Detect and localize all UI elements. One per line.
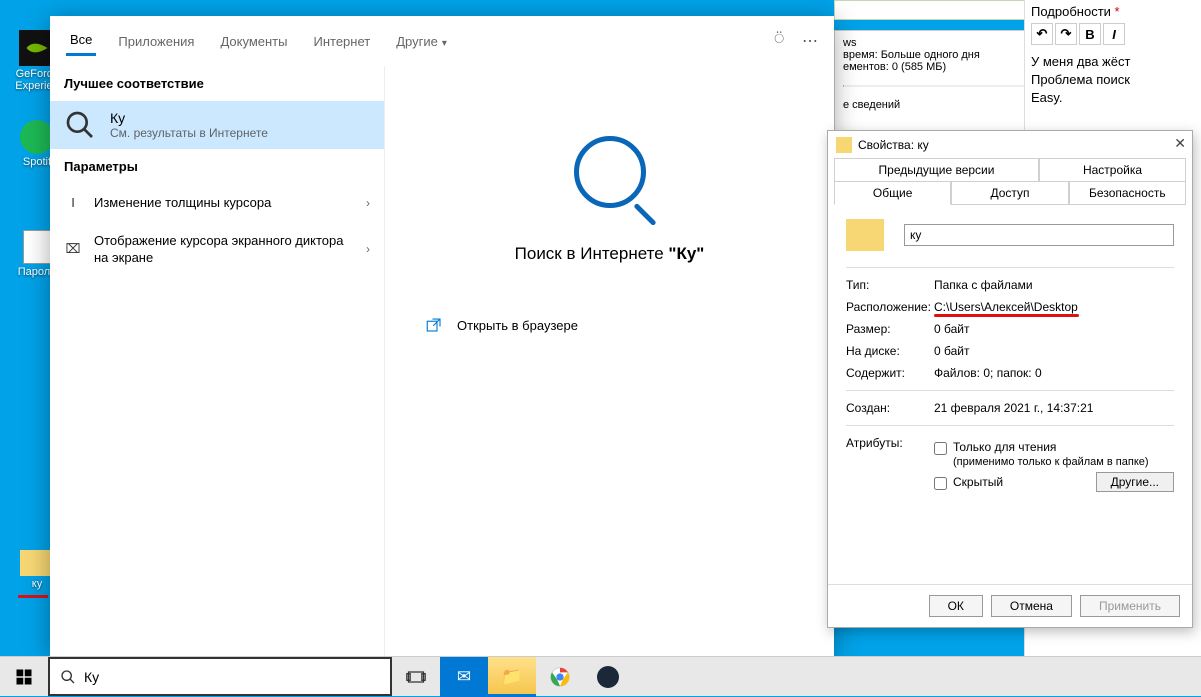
taskbar-app-explorer[interactable]: 📁 [488, 657, 536, 697]
taskbar-app-steam[interactable] [584, 657, 632, 697]
folder-icon [20, 550, 54, 576]
tab-internet[interactable]: Интернет [309, 28, 374, 55]
cursor-icon: I [64, 195, 82, 210]
task-view-icon[interactable] [392, 657, 440, 697]
folder-properties-dialog: Свойства: ку ✕ Предыдущие версии Настрой… [827, 130, 1193, 628]
readonly-label: Только для чтения [953, 440, 1056, 454]
apply-button[interactable]: Применить [1080, 595, 1180, 617]
dialog-body: Тип:Папка с файлами Расположение:C:\User… [828, 205, 1192, 584]
tab-previous-versions[interactable]: Предыдущие версии [834, 158, 1039, 182]
param-label: Изменение толщины курсора [94, 194, 354, 212]
location-label: Расположение: [846, 300, 934, 314]
search-icon [60, 669, 76, 685]
location-value: C:\Users\Алексей\Desktop [934, 300, 1174, 314]
search-preview-column: Поиск в Интернете "Ку" Открыть в браузер… [385, 66, 834, 656]
chevron-right-icon: › [366, 196, 370, 210]
tab-documents[interactable]: Документы [216, 28, 291, 55]
created-value: 21 февраля 2021 г., 14:37:21 [934, 401, 1174, 415]
italic-button[interactable]: I [1103, 23, 1125, 45]
description-line: Easy. [1031, 89, 1195, 107]
narrator-icon: ⌧ [64, 241, 82, 257]
contains-label: Содержит: [846, 366, 934, 380]
size-on-disk-value: 0 байт [934, 344, 1174, 358]
taskbar-app-mail[interactable]: ✉ [440, 657, 488, 697]
best-match-subtitle: См. результаты в Интернете [110, 126, 268, 140]
editor-toolbar: ↶ ↷ B I [1031, 23, 1195, 45]
open-browser-label: Открыть в браузере [457, 318, 578, 333]
more-options-icon[interactable]: ⋯ [802, 31, 818, 51]
underline-annotation [18, 595, 48, 598]
description-line: Проблема поиск [1031, 71, 1195, 89]
bold-button[interactable]: B [1079, 23, 1101, 45]
size-value: 0 байт [934, 322, 1174, 336]
type-value: Папка с файлами [934, 278, 1174, 292]
folder-icon [836, 137, 852, 153]
best-match-title: Ку [110, 110, 268, 126]
best-match-header: Лучшее соответствие [50, 66, 384, 101]
search-icon [64, 109, 96, 141]
taskbar-app-chrome[interactable] [536, 657, 584, 697]
web-search-title: Поиск в Интернете "Ку" [515, 244, 705, 264]
search-tabs: Все Приложения Документы Интернет Другие… [50, 16, 834, 66]
spotify-icon [20, 120, 54, 154]
param-label: Отображение курсора экранного диктора на… [94, 232, 354, 267]
tab-all[interactable]: Все [66, 26, 96, 56]
redo-button[interactable]: ↷ [1055, 23, 1077, 45]
text-file-icon [23, 230, 51, 264]
dialog-footer: ОК Отмена Применить [828, 584, 1192, 627]
dialog-titlebar: Свойства: ку ✕ [828, 131, 1192, 159]
tab-customize[interactable]: Настройка [1039, 158, 1186, 182]
created-label: Создан: [846, 401, 934, 415]
param-narrator-cursor[interactable]: ⌧ Отображение курсора экранного диктора … [50, 222, 384, 277]
folder-name-input[interactable] [904, 224, 1174, 246]
size-label: Размер: [846, 322, 934, 336]
search-preview-icon [574, 136, 646, 208]
tab-more[interactable]: Другие [392, 28, 451, 55]
tab-sharing[interactable]: Доступ [951, 181, 1068, 205]
description-line: У меня два жёст [1031, 53, 1195, 71]
readonly-checkbox[interactable] [934, 442, 947, 455]
hidden-checkbox[interactable] [934, 477, 947, 490]
hidden-label: Скрытый [953, 475, 1003, 489]
tab-security[interactable]: Безопасность [1069, 181, 1186, 205]
open-link-icon [425, 316, 443, 334]
tab-general[interactable]: Общие [834, 181, 951, 205]
readonly-note: (применимо только к файлам в папке) [953, 456, 1149, 468]
details-header: Подробности [1031, 4, 1111, 19]
ok-button[interactable]: ОК [929, 595, 983, 617]
cancel-button[interactable]: Отмена [991, 595, 1072, 617]
parameters-header: Параметры [50, 149, 384, 184]
other-attributes-button[interactable]: Другие... [1096, 472, 1174, 492]
undo-button[interactable]: ↶ [1031, 23, 1053, 45]
underline-annotation [934, 314, 1079, 317]
taskbar-search[interactable] [48, 657, 392, 696]
chevron-right-icon: › [366, 242, 370, 256]
param-cursor-thickness[interactable]: I Изменение толщины курсора › [50, 184, 384, 222]
windows-search-panel: Все Приложения Документы Интернет Другие… [50, 16, 834, 656]
required-asterisk: * [1115, 4, 1120, 19]
dialog-title: Свойства: ку [858, 138, 929, 152]
start-button[interactable] [0, 657, 48, 696]
open-in-browser[interactable]: Открыть в браузере [385, 304, 834, 346]
size-on-disk-label: На диске: [846, 344, 934, 358]
attributes-label: Атрибуты: [846, 436, 934, 450]
taskbar: ✉ 📁 [0, 656, 1201, 696]
tab-apps[interactable]: Приложения [114, 28, 198, 55]
folder-icon [846, 219, 884, 251]
feedback-icon[interactable]: ⍥ [774, 31, 784, 51]
search-results-column: Лучшее соответствие Ку См. результаты в … [50, 66, 385, 656]
taskbar-search-input[interactable] [84, 669, 380, 685]
best-match-result[interactable]: Ку См. результаты в Интернете [50, 101, 384, 149]
close-icon[interactable]: ✕ [1174, 135, 1186, 152]
type-label: Тип: [846, 278, 934, 292]
contains-value: Файлов: 0; папок: 0 [934, 366, 1174, 380]
